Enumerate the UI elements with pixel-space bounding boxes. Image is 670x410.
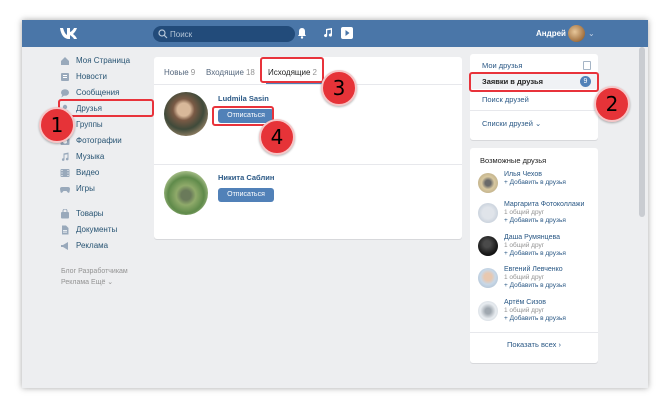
- possible-friend-name[interactable]: Артём Сизов: [504, 299, 546, 306]
- menu-label: Списки друзей ⌄: [482, 119, 542, 128]
- friend-requests-card: Новые 9 Входящие 18 Исходящие 2 Ludmila Sas…: [154, 57, 462, 239]
- music-icon: [61, 152, 69, 161]
- mutual-friends-count: 1 общий друг: [504, 242, 545, 249]
- mutual-friends-count: 1 общий друг: [504, 307, 545, 314]
- bell-icon[interactable]: [296, 27, 308, 39]
- nav-label: Группы: [76, 120, 103, 129]
- documents-icon: [62, 225, 69, 235]
- possible-friend-name[interactable]: Маргарита Фотоколлажи: [504, 201, 584, 208]
- highlight-friend-requests: [469, 72, 599, 92]
- vk-logo-icon[interactable]: [59, 26, 81, 40]
- menu-label: Поиск друзей: [482, 95, 529, 104]
- user-avatar: [568, 25, 585, 42]
- tab-count: 9: [190, 68, 196, 77]
- search-box[interactable]: [153, 26, 295, 42]
- nav-label: Сообщения: [76, 88, 120, 97]
- possible-friend-item: Даша Румянцева 1 общий друг + Добавить в…: [478, 234, 596, 264]
- nav-label: Документы: [76, 225, 118, 234]
- news-icon: [61, 73, 69, 81]
- messages-icon: [61, 89, 69, 98]
- possible-friend-avatar[interactable]: [478, 173, 498, 193]
- footer-links-line2[interactable]: Реклама Ещё ⌄: [61, 278, 113, 286]
- request-name[interactable]: Никита Саблин: [218, 173, 274, 182]
- menu-label: Мои друзья: [482, 61, 523, 70]
- possible-friend-avatar[interactable]: [478, 268, 498, 288]
- scrollbar[interactable]: [638, 47, 646, 388]
- search-icon: [158, 29, 168, 39]
- possible-friend-avatar[interactable]: [478, 236, 498, 256]
- step-marker-3: 3: [321, 70, 357, 106]
- step-marker-4: 4: [259, 119, 295, 155]
- menu-friend-lists[interactable]: Списки друзей ⌄: [470, 116, 598, 131]
- step-marker-2: 2: [594, 86, 630, 122]
- scrollbar-thumb[interactable]: [639, 47, 645, 217]
- divider: [470, 110, 598, 111]
- nav-ads[interactable]: Реклама: [58, 239, 170, 253]
- mutual-friends-count: 1 общий друг: [504, 274, 545, 281]
- nav-label: Видео: [76, 168, 100, 177]
- add-friend-link[interactable]: + Добавить в друзья: [504, 217, 566, 224]
- search-input[interactable]: [170, 27, 290, 41]
- friends-menu: Мои друзья Заявки в друзья 9 Поиск друзе…: [470, 54, 598, 140]
- possible-friends-card: Возможные друзья Илья Чехов + Добавить в…: [470, 148, 598, 363]
- request-item: Ludmila Sasin Отписаться: [164, 92, 454, 144]
- possible-friend-item: Илья Чехов + Добавить в друзья: [478, 171, 596, 201]
- possible-friend-name[interactable]: Евгений Левченко: [504, 266, 563, 273]
- nav-label: Моя Страница: [76, 56, 131, 65]
- request-avatar[interactable]: [164, 171, 208, 215]
- music-note-icon[interactable]: [322, 27, 334, 39]
- ads-icon: [61, 242, 68, 250]
- tab-incoming[interactable]: Входящие 18: [206, 68, 255, 77]
- menu-search-friends[interactable]: Поиск друзей: [470, 92, 598, 107]
- menu-my-friends[interactable]: Мои друзья: [470, 58, 598, 73]
- nav-label: Новости: [76, 72, 107, 81]
- nav-label: Музыка: [76, 152, 105, 161]
- divider: [154, 84, 462, 85]
- highlight-friends: [58, 99, 154, 117]
- games-icon: [60, 187, 70, 193]
- nav-label: Игры: [76, 184, 95, 193]
- possible-friend-item: Маргарита Фотоколлажи 1 общий друг + Доб…: [478, 201, 596, 231]
- list-icon: [583, 61, 591, 70]
- chevron-down-icon: ⌄: [588, 29, 595, 38]
- home-icon: [61, 57, 69, 65]
- add-friend-link[interactable]: + Добавить в друзья: [504, 282, 566, 289]
- add-friend-link[interactable]: + Добавить в друзья: [504, 315, 566, 322]
- request-item: Никита Саблин Отписаться: [164, 171, 454, 223]
- footer-links-line1[interactable]: Блог Разработчикам: [61, 268, 128, 275]
- unsubscribe-button[interactable]: Отписаться: [218, 188, 274, 202]
- play-icon[interactable]: [341, 27, 353, 39]
- browser-frame: Андрей ⌄ Моя Страница Новости Сообщения …: [22, 20, 648, 388]
- divider: [154, 164, 462, 165]
- show-all-link[interactable]: Показать всех ›: [470, 340, 598, 349]
- highlight-outgoing-tab: [260, 57, 324, 83]
- tab-count: 18: [245, 68, 255, 77]
- goods-icon: [61, 209, 69, 219]
- nav-label: Фотографии: [76, 136, 122, 145]
- mutual-friends-count: 1 общий друг: [504, 209, 545, 216]
- possible-friend-item: Евгений Левченко 1 общий друг + Добавить…: [478, 266, 596, 296]
- request-name[interactable]: Ludmila Sasin: [218, 94, 269, 103]
- tab-new[interactable]: Новые 9: [164, 68, 195, 77]
- tab-label: Входящие: [206, 68, 244, 77]
- possible-friend-item: Артём Сизов 1 общий друг + Добавить в др…: [478, 299, 596, 329]
- possible-friend-avatar[interactable]: [478, 301, 498, 321]
- top-bar: Андрей ⌄: [22, 20, 648, 47]
- nav-label: Реклама: [76, 241, 109, 250]
- video-icon: [60, 169, 70, 177]
- possible-friend-name[interactable]: Даша Румянцева: [504, 234, 560, 241]
- divider: [470, 332, 598, 333]
- user-name: Андрей: [536, 29, 566, 38]
- tab-label: Новые: [164, 68, 189, 77]
- add-friend-link[interactable]: + Добавить в друзья: [504, 179, 566, 186]
- step-marker-1: 1: [39, 107, 75, 143]
- possible-friends-title: Возможные друзья: [480, 156, 547, 165]
- request-avatar[interactable]: [164, 92, 208, 136]
- add-friend-link[interactable]: + Добавить в друзья: [504, 250, 566, 257]
- possible-friend-avatar[interactable]: [478, 203, 498, 223]
- nav-label: Товары: [76, 209, 104, 218]
- possible-friend-name[interactable]: Илья Чехов: [504, 171, 542, 178]
